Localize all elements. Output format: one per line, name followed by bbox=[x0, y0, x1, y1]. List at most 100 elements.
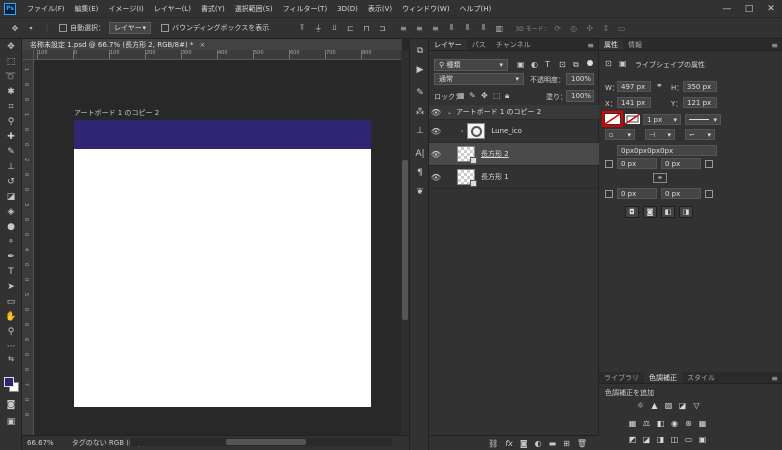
lasso-tool-icon[interactable]: ➰ bbox=[0, 69, 22, 84]
layer-row-rect-2[interactable]: 👁︎ 長方形 2 bbox=[429, 143, 599, 166]
link-icon[interactable]: ⛓ bbox=[488, 439, 498, 448]
artboard[interactable] bbox=[74, 120, 371, 407]
radius-bl-input[interactable]: 0 px bbox=[617, 188, 657, 199]
posterize-icon[interactable]: ◪ bbox=[641, 434, 652, 444]
3d-pan-icon[interactable]: ✣ bbox=[585, 24, 595, 33]
path-select-tool-icon[interactable]: ➤ bbox=[0, 279, 22, 294]
stroke-cap-dropdown[interactable]: ⊣ ▾ bbox=[645, 129, 675, 140]
new-layer-icon[interactable]: ⊞ bbox=[563, 439, 570, 448]
exposure-icon[interactable]: ◪ bbox=[677, 400, 688, 410]
pen-tool-icon[interactable]: ✒ bbox=[0, 249, 22, 264]
trash-icon[interactable]: 🗑︎ bbox=[577, 439, 587, 448]
maximize-button[interactable]: □ bbox=[738, 0, 760, 17]
mask-props-icon[interactable]: ▣ bbox=[619, 59, 627, 68]
lock-all-icon[interactable]: 🔒︎ bbox=[505, 91, 509, 101]
eraser-tool-icon[interactable]: ◪ bbox=[0, 189, 22, 204]
stamp-tool-icon[interactable]: ⊥ bbox=[0, 159, 22, 174]
bbox-checkbox[interactable] bbox=[161, 24, 169, 32]
subtract-shapes-button[interactable]: ◙ bbox=[643, 206, 657, 218]
layer-row-artboard[interactable]: 👁︎ ⌄ アートボード 1 のコピー 2 bbox=[429, 105, 599, 120]
close-button[interactable]: ✕ bbox=[760, 0, 782, 17]
panel-menu-icon[interactable]: ≡ bbox=[587, 41, 594, 50]
eye-icon[interactable]: 👁︎ bbox=[429, 150, 443, 159]
menu-select[interactable]: 選択範囲(S) bbox=[230, 4, 278, 14]
opacity-input[interactable]: 100% bbox=[566, 73, 594, 85]
lock-transparent-icon[interactable]: ▦ bbox=[457, 91, 465, 100]
zoom-level[interactable]: 66.67% bbox=[27, 439, 54, 447]
distribute-vcenter-icon[interactable]: ≡ bbox=[414, 24, 424, 33]
stroke-corner-dropdown[interactable]: ⌐ ▾ bbox=[685, 129, 715, 140]
align-hcenter-icon[interactable]: ⊓ bbox=[361, 24, 371, 33]
blur-tool-icon[interactable]: ● bbox=[0, 219, 22, 234]
levels-icon[interactable]: ▲ bbox=[649, 400, 660, 410]
layer-name[interactable]: 長方形 1 bbox=[481, 172, 509, 182]
menu-window[interactable]: ウィンドウ(W) bbox=[397, 4, 454, 14]
3d-slide-icon[interactable]: ⇕ bbox=[601, 24, 611, 33]
align-bottom-icon[interactable]: ⫫ bbox=[329, 23, 339, 33]
align-right-icon[interactable]: ⊐ bbox=[377, 24, 387, 33]
align-vcenter-icon[interactable]: ⏚ bbox=[313, 24, 323, 33]
menu-edit[interactable]: 編集(E) bbox=[70, 4, 104, 14]
invert-icon[interactable]: ◩ bbox=[627, 434, 638, 444]
artboard-label[interactable]: アートボード 1 のコピー 2 bbox=[74, 108, 159, 118]
history-icon[interactable]: ⧉ bbox=[410, 41, 430, 60]
history-brush-tool-icon[interactable]: ↺ bbox=[0, 174, 22, 189]
filter-pixel-icon[interactable]: ▣ bbox=[517, 60, 525, 69]
clone-source-icon[interactable]: ⊥ bbox=[410, 121, 430, 140]
stroke-width-input[interactable]: 1 px ▾ bbox=[643, 114, 681, 125]
rectangle-shape[interactable] bbox=[74, 120, 371, 149]
menu-help[interactable]: ヘルプ(H) bbox=[455, 4, 497, 14]
intersect-shapes-button[interactable]: ◧ bbox=[661, 206, 675, 218]
corner-radius-all-input[interactable]: 0px0px0px0px bbox=[617, 145, 717, 156]
menu-image[interactable]: イメージ(I) bbox=[103, 4, 148, 14]
character-icon[interactable]: A| bbox=[410, 144, 430, 163]
filter-type-icon[interactable]: T bbox=[545, 60, 550, 69]
align-top-icon[interactable]: ⫪ bbox=[297, 23, 307, 33]
tab-adjustments[interactable]: 色調補正 bbox=[644, 372, 682, 383]
filter-smart-icon[interactable]: ⧉ bbox=[573, 60, 579, 70]
marquee-tool-icon[interactable]: ⬚ bbox=[0, 54, 22, 69]
expand-arrow-icon[interactable]: ⌄ bbox=[447, 109, 452, 116]
exclude-shapes-button[interactable]: ◨ bbox=[679, 206, 693, 218]
tab-layers[interactable]: レイヤー bbox=[429, 39, 467, 50]
radius-br-input[interactable]: 0 px bbox=[661, 188, 701, 199]
tab-properties[interactable]: 属性 bbox=[599, 39, 623, 50]
threshold-icon[interactable]: ◨ bbox=[655, 434, 666, 444]
layer-name[interactable]: Lune_ico bbox=[491, 127, 522, 135]
chevron-down-icon[interactable]: ▾ bbox=[26, 24, 36, 33]
menu-type[interactable]: 書式(Y) bbox=[196, 4, 230, 14]
brush-settings-icon[interactable]: ✎ bbox=[410, 83, 430, 102]
menu-3d[interactable]: 3D(D) bbox=[332, 5, 363, 13]
layer-name[interactable]: アートボード 1 のコピー 2 bbox=[456, 107, 541, 117]
adjustment-icon[interactable]: ◐ bbox=[535, 439, 542, 448]
tab-channels[interactable]: チャンネル bbox=[491, 39, 536, 50]
panel-menu-icon[interactable]: ≡ bbox=[771, 41, 778, 50]
link-icon[interactable]: ⚭ bbox=[656, 81, 663, 90]
distribute-hcenter-icon[interactable]: ⫴ bbox=[462, 23, 472, 33]
filter-shape-icon[interactable]: ⊡ bbox=[559, 60, 566, 69]
crop-tool-icon[interactable]: ⌗ bbox=[0, 99, 22, 114]
selective-color-icon[interactable]: ◫ bbox=[669, 434, 680, 444]
group-icon[interactable]: ▬ bbox=[549, 439, 557, 448]
panel-menu-icon[interactable]: ≡ bbox=[771, 374, 778, 383]
zoom-tool-icon[interactable]: ⚲ bbox=[0, 324, 22, 339]
x-input[interactable]: 141 px bbox=[617, 97, 651, 108]
magic-wand-tool-icon[interactable]: ✱ bbox=[0, 84, 22, 99]
swap-colors-icon[interactable]: ⇆ bbox=[0, 354, 22, 364]
dodge-tool-icon[interactable]: ⚬ bbox=[0, 234, 22, 249]
quick-mask-icon[interactable]: ◙ bbox=[0, 397, 22, 412]
radius-tl-input[interactable]: 0 px bbox=[617, 158, 657, 169]
distribute-bottom-icon[interactable]: ≡ bbox=[430, 24, 440, 33]
eye-icon[interactable]: 👁︎ bbox=[429, 127, 443, 136]
3d-orbit-icon[interactable]: ⟳ bbox=[553, 24, 563, 33]
screen-mode-icon[interactable]: ▣ bbox=[0, 414, 22, 429]
horizontal-scroll-thumb[interactable] bbox=[226, 439, 306, 445]
vertical-scroll-thumb[interactable] bbox=[402, 160, 408, 320]
vibrance-icon[interactable]: ▽ bbox=[691, 400, 702, 410]
layer-row-lune-ico[interactable]: 👁︎ › Lune_ico bbox=[429, 120, 599, 143]
actions-icon[interactable]: ▶ bbox=[410, 60, 430, 79]
combine-shapes-button[interactable]: ◘ bbox=[625, 206, 639, 218]
layer-name[interactable]: 長方形 2 bbox=[481, 149, 509, 159]
type-tool-icon[interactable]: T bbox=[0, 264, 22, 279]
auto-align-icon[interactable]: ▥ bbox=[494, 24, 504, 33]
